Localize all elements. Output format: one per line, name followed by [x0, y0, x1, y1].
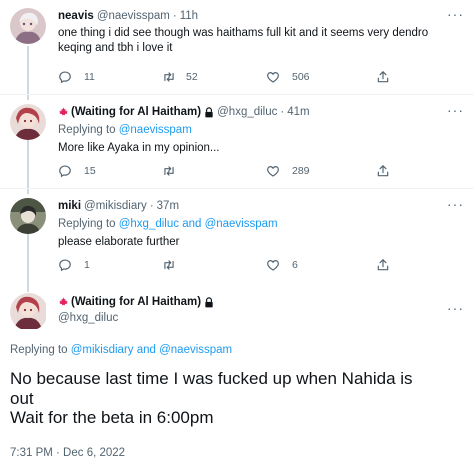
author-handle[interactable]: @mikisdiary — [84, 199, 147, 214]
reply-count: 11 — [84, 71, 95, 83]
like-icon — [267, 166, 279, 177]
replying-prefix: Replying to — [58, 218, 119, 230]
share-button[interactable] — [376, 258, 402, 272]
separator-dot: · — [149, 200, 154, 212]
separator-dot: · — [172, 10, 177, 22]
author-name[interactable]: miki — [58, 199, 81, 214]
tweet-text-line: Wait for the beta in 6:00pm — [10, 408, 214, 427]
tweet-text-line: out — [10, 388, 34, 408]
replying-prefix: Replying to — [58, 124, 119, 136]
retweet-icon — [164, 72, 174, 82]
author-handle[interactable]: @hxg_diluc — [58, 312, 464, 324]
avatar[interactable] — [10, 104, 46, 140]
tweet-text: please elaborate further — [58, 236, 180, 248]
author-name[interactable]: neavis — [58, 9, 94, 24]
replying-to: Replying to @naevisspam — [58, 123, 464, 138]
focused-tweet-text: No because last time I was fucked up whe… — [10, 369, 464, 428]
reply-count: 15 — [84, 165, 96, 177]
author-handle[interactable]: @hxg_diluc — [217, 105, 277, 120]
retweet-count: 52 — [186, 71, 198, 83]
like-button[interactable]: 6 — [266, 258, 298, 272]
tweet-neavis[interactable]: neavis @naevisspam · 11h ··· one thing i… — [0, 0, 474, 94]
replying-to-link[interactable]: @hxg_diluc and @naevisspam — [119, 218, 278, 230]
replying-to-link[interactable]: @naevisspam — [119, 124, 192, 136]
reply-button[interactable]: 11 — [58, 70, 95, 84]
replying-to: Replying to @mikisdiary and @naevisspam — [10, 344, 232, 356]
share-icon — [377, 165, 389, 177]
share-button[interactable] — [376, 164, 402, 178]
tweet-timestamp[interactable]: 7:31 PM · Dec 6, 2022 — [10, 447, 125, 459]
like-count: 6 — [292, 259, 298, 271]
reply-button[interactable]: 15 — [58, 164, 96, 178]
avatar[interactable] — [10, 198, 46, 234]
replying-to: Replying to @hxg_diluc and @naevisspam — [58, 217, 464, 232]
replying-prefix: Replying to — [10, 344, 71, 356]
reply-icon — [59, 165, 71, 178]
separator-dot: · — [280, 106, 285, 118]
author-name[interactable]: (Waiting for Al Haitham) — [71, 105, 201, 120]
tweet-time[interactable]: 37m — [157, 199, 179, 214]
lock-icon — [205, 297, 213, 308]
more-icon[interactable]: ··· — [447, 197, 464, 211]
replying-to-link[interactable]: @mikisdiary and @naevisspam — [71, 344, 232, 356]
reply-icon — [59, 259, 71, 272]
retweet-button[interactable]: 52 — [162, 70, 198, 84]
retweet-button[interactable] — [162, 164, 186, 178]
reply-icon — [59, 71, 71, 84]
share-button[interactable] — [376, 70, 402, 84]
share-icon — [377, 259, 389, 271]
tweet-miki[interactable]: miki @mikisdiary · 37m ··· Replying to @… — [0, 189, 474, 282]
like-button[interactable]: 506 — [266, 70, 310, 84]
like-icon — [267, 72, 279, 83]
like-icon — [267, 260, 279, 271]
tweet-hxg-diluc[interactable]: (Waiting for Al Haitham) @hxg_diluc · 41… — [0, 95, 474, 188]
avatar[interactable] — [10, 293, 48, 331]
maple-leaf-icon — [59, 107, 68, 117]
more-icon[interactable]: ··· — [447, 7, 464, 21]
author-name[interactable]: (Waiting for Al Haitham) — [71, 295, 201, 310]
tweet-time[interactable]: 11h — [180, 9, 198, 24]
more-icon[interactable]: ··· — [447, 103, 464, 117]
more-icon[interactable]: ··· — [447, 301, 464, 315]
avatar[interactable] — [10, 8, 46, 44]
tweet-time[interactable]: 41m — [287, 105, 309, 120]
lock-icon — [205, 107, 213, 118]
retweet-button[interactable] — [162, 258, 186, 272]
retweet-icon — [164, 260, 174, 270]
retweet-icon — [164, 166, 174, 176]
like-count: 506 — [292, 71, 310, 83]
reply-button[interactable]: 1 — [58, 258, 90, 272]
like-button[interactable]: 289 — [266, 164, 310, 178]
maple-leaf-icon — [59, 297, 68, 307]
tweet-text: More like Ayaka in my opinion... — [58, 142, 220, 154]
author-handle[interactable]: @naevisspam — [97, 9, 170, 24]
reply-count: 1 — [84, 259, 90, 271]
share-icon — [377, 71, 389, 83]
like-count: 289 — [292, 165, 310, 177]
tweet-text: one thing i did see though was haithams … — [58, 27, 429, 54]
tweet-text-line: No because last time I was fucked up whe… — [10, 369, 413, 388]
